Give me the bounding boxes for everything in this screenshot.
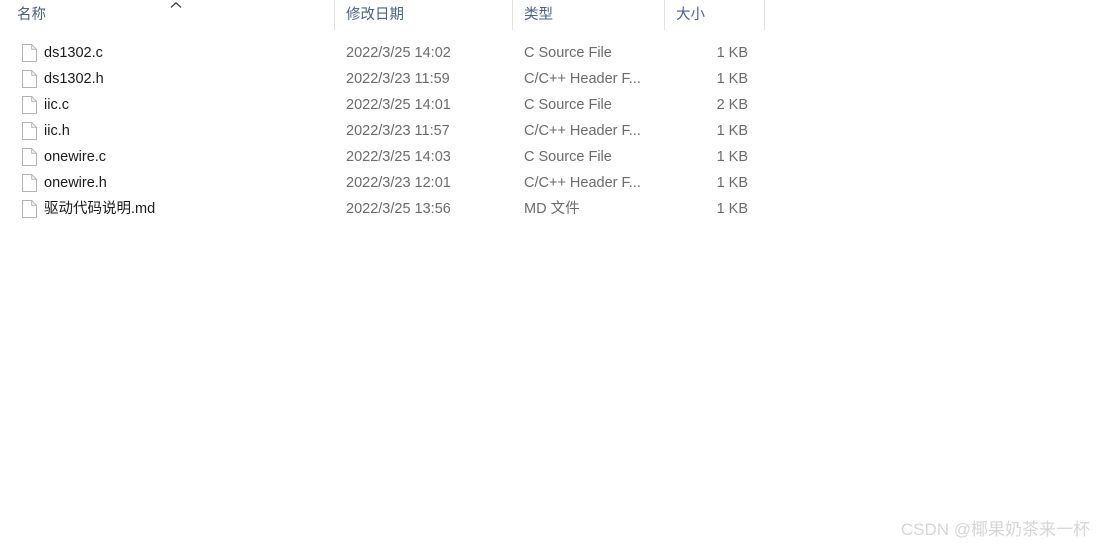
table-row[interactable]: ds1302.h 2022/3/23 11:59 C/C++ Header F.…: [0, 66, 1106, 92]
file-icon: [22, 96, 37, 114]
cell-file-name: iic.c: [0, 92, 334, 118]
table-row[interactable]: ds1302.c 2022/3/25 14:02 C Source File 1…: [0, 40, 1106, 66]
cell-file-size: 1 KB: [664, 144, 756, 170]
file-type-label: C/C++ Header F...: [524, 174, 641, 191]
file-type-label: MD 文件: [524, 200, 580, 217]
date-modified-label: 2022/3/25 14:03: [346, 148, 451, 165]
cell-file-size: 1 KB: [664, 170, 756, 196]
cell-date-modified: 2022/3/23 11:59: [334, 66, 512, 92]
cell-date-modified: 2022/3/25 14:02: [334, 40, 512, 66]
cell-file-type: C/C++ Header F...: [512, 118, 664, 144]
cell-file-type: C/C++ Header F...: [512, 170, 664, 196]
cell-file-size: 1 KB: [664, 196, 756, 222]
column-header-date-modified[interactable]: 修改日期: [334, 0, 512, 30]
column-header-row: 名称 修改日期 类型 大小: [0, 0, 1106, 30]
file-list: 名称 修改日期 类型 大小 ds1302.c 2022/3/25 14:02 C…: [0, 0, 1106, 546]
date-modified-label: 2022/3/23 12:01: [346, 174, 451, 191]
file-type-label: C Source File: [524, 148, 612, 165]
cell-file-size: 2 KB: [664, 92, 756, 118]
cell-file-name: 驱动代码说明.md: [0, 196, 334, 222]
file-size-label: 1 KB: [716, 122, 748, 139]
column-header-end-divider: [764, 0, 765, 30]
cell-date-modified: 2022/3/25 13:56: [334, 196, 512, 222]
file-name-label: iic.h: [44, 122, 70, 139]
date-modified-label: 2022/3/25 14:02: [346, 44, 451, 61]
file-icon: [22, 122, 37, 140]
file-icon: [22, 44, 37, 62]
file-size-label: 1 KB: [716, 148, 748, 165]
cell-file-size: 1 KB: [664, 118, 756, 144]
chevron-up-icon: [170, 1, 182, 9]
file-name-label: onewire.h: [44, 174, 107, 191]
file-type-label: C/C++ Header F...: [524, 122, 641, 139]
file-icon: [22, 70, 37, 88]
date-modified-label: 2022/3/25 13:56: [346, 200, 451, 217]
column-header-size[interactable]: 大小: [664, 0, 764, 30]
file-name-label: ds1302.h: [44, 70, 104, 87]
cell-file-type: C Source File: [512, 40, 664, 66]
table-row[interactable]: iic.h 2022/3/23 11:57 C/C++ Header F... …: [0, 118, 1106, 144]
date-modified-label: 2022/3/23 11:59: [346, 70, 450, 87]
date-modified-label: 2022/3/25 14:01: [346, 96, 451, 113]
cell-date-modified: 2022/3/23 11:57: [334, 118, 512, 144]
file-name-label: 驱动代码说明.md: [44, 200, 156, 217]
file-type-label: C Source File: [524, 44, 612, 61]
cell-file-name: ds1302.c: [0, 40, 334, 66]
file-icon: [22, 148, 37, 166]
file-type-label: C Source File: [524, 96, 612, 113]
table-row[interactable]: iic.c 2022/3/25 14:01 C Source File 2 KB: [0, 92, 1106, 118]
cell-file-name: ds1302.h: [0, 66, 334, 92]
date-modified-label: 2022/3/23 11:57: [346, 122, 450, 139]
file-icon: [22, 200, 37, 218]
column-header-type-label: 类型: [524, 6, 553, 23]
cell-file-type: C/C++ Header F...: [512, 66, 664, 92]
column-header-name-label: 名称: [17, 6, 46, 23]
file-rows: ds1302.c 2022/3/25 14:02 C Source File 1…: [0, 40, 1106, 222]
cell-date-modified: 2022/3/25 14:01: [334, 92, 512, 118]
table-row[interactable]: onewire.c 2022/3/25 14:03 C Source File …: [0, 144, 1106, 170]
file-size-label: 1 KB: [716, 44, 748, 61]
cell-file-type: C Source File: [512, 92, 664, 118]
cell-file-name: onewire.h: [0, 170, 334, 196]
cell-file-name: onewire.c: [0, 144, 334, 170]
column-header-type[interactable]: 类型: [512, 0, 664, 30]
csdn-watermark: CSDN @椰果奶茶来一杯: [900, 520, 1090, 539]
file-size-label: 1 KB: [716, 200, 748, 217]
file-size-label: 2 KB: [716, 96, 748, 113]
file-icon: [22, 174, 37, 192]
table-row[interactable]: 驱动代码说明.md 2022/3/25 13:56 MD 文件 1 KB: [0, 196, 1106, 222]
file-size-label: 1 KB: [716, 174, 748, 191]
column-header-name[interactable]: 名称: [0, 0, 334, 30]
file-name-label: iic.c: [44, 96, 69, 113]
column-header-size-label: 大小: [676, 6, 705, 23]
cell-file-name: iic.h: [0, 118, 334, 144]
cell-file-size: 1 KB: [664, 40, 756, 66]
cell-file-size: 1 KB: [664, 66, 756, 92]
file-type-label: C/C++ Header F...: [524, 70, 641, 87]
table-row[interactable]: onewire.h 2022/3/23 12:01 C/C++ Header F…: [0, 170, 1106, 196]
cell-date-modified: 2022/3/25 14:03: [334, 144, 512, 170]
file-size-label: 1 KB: [716, 70, 748, 87]
file-name-label: ds1302.c: [44, 44, 103, 61]
cell-date-modified: 2022/3/23 12:01: [334, 170, 512, 196]
file-name-label: onewire.c: [44, 148, 107, 165]
cell-file-type: C Source File: [512, 144, 664, 170]
cell-file-type: MD 文件: [512, 196, 664, 222]
column-header-date-modified-label: 修改日期: [346, 6, 404, 23]
